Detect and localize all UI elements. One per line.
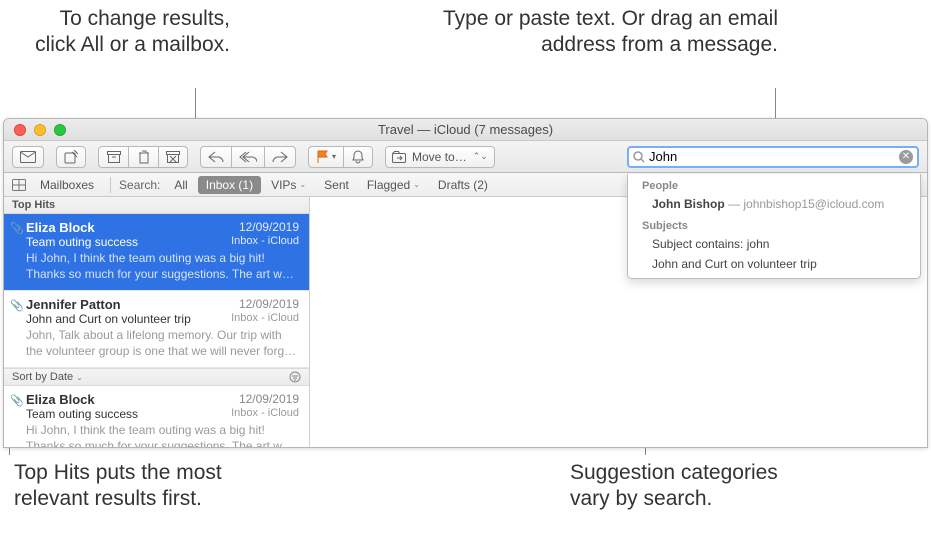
message-from: Jennifer Patton: [26, 297, 121, 312]
chevron-down-icon: ⌄: [413, 180, 420, 189]
archive-group: [98, 146, 188, 168]
bell-icon: [352, 150, 364, 164]
scope-item-vips[interactable]: VIPs⌄: [263, 176, 314, 194]
message-preview: John, Talk about a lifelong memory. Our …: [26, 328, 299, 359]
message-subject: John and Curt on volunteer trip: [26, 312, 191, 326]
callout-search: Type or paste text. Or drag an email add…: [418, 6, 778, 59]
mailboxes-icon: [12, 179, 26, 191]
chevron-down-icon: ⌄: [76, 373, 83, 382]
filter-icon[interactable]: [289, 371, 301, 383]
suggestion-person-name: John Bishop: [652, 197, 725, 211]
envelope-icon: [20, 151, 36, 163]
message-preview: Hi John, I think the team outing was a b…: [26, 423, 299, 447]
callout-tophits: Top Hits puts the most relevant results …: [14, 460, 264, 513]
sort-label: Sort by Date: [12, 371, 73, 383]
compose-icon: [64, 150, 78, 164]
reply-all-button[interactable]: [231, 146, 264, 168]
search-icon: [633, 151, 645, 163]
message-from: Eliza Block: [26, 220, 95, 235]
search-field[interactable]: ✕: [627, 146, 919, 168]
reply-all-icon: [239, 151, 257, 163]
message-mailbox: Inbox - iCloud: [231, 312, 299, 326]
archive-icon: [107, 151, 121, 163]
get-mail-button[interactable]: [12, 146, 44, 168]
move-to-label: Move to…: [412, 150, 467, 164]
forward-icon: [272, 151, 288, 163]
sort-header[interactable]: Sort by Date ⌄: [4, 368, 309, 386]
folder-arrow-icon: [392, 151, 406, 163]
mailboxes-button[interactable]: Mailboxes: [32, 176, 102, 194]
message-subject: Team outing success: [26, 407, 138, 421]
search-suggestions: People John Bishop — johnbishop15@icloud…: [627, 174, 921, 279]
message-list: Top Hits 📎Eliza Block12/09/2019Team outi…: [4, 197, 310, 447]
top-hits-label: Top Hits: [12, 199, 55, 211]
trash-icon: [138, 150, 150, 164]
scope-item-inbox-1-[interactable]: Inbox (1): [198, 176, 261, 194]
message-date: 12/09/2019: [239, 392, 299, 407]
message-preview: Hi John, I think the team outing was a b…: [26, 251, 299, 282]
flag-button[interactable]: ▾: [308, 146, 343, 168]
suggestion-subject[interactable]: Subject contains: john: [628, 234, 920, 254]
toolbar: ▾ Move to… ⌃⌄ ✕: [4, 141, 927, 173]
suggestion-subject[interactable]: John and Curt on volunteer trip: [628, 254, 920, 274]
titlebar: Travel — iCloud (7 messages): [4, 119, 927, 141]
message-from: Eliza Block: [26, 392, 95, 407]
reply-icon: [208, 151, 224, 163]
chevron-down-icon: ▾: [332, 152, 336, 161]
message-date: 12/09/2019: [239, 220, 299, 235]
suggestion-person-detail: — johnbishop15@icloud.com: [728, 197, 884, 211]
scope-item-flagged[interactable]: Flagged⌄: [359, 176, 428, 194]
search-input[interactable]: [649, 149, 895, 164]
junk-icon: [166, 151, 180, 163]
attachment-icon: 📎: [10, 394, 24, 407]
message-row[interactable]: 📎Eliza Block 12/09/2019 Team outing succes…: [4, 214, 309, 291]
flag-group: ▾: [308, 146, 373, 168]
separator: [110, 177, 111, 193]
message-date: 12/09/2019: [239, 297, 299, 312]
delete-button[interactable]: [128, 146, 158, 168]
callout-scope: To change results, click All or a mailbo…: [30, 6, 230, 59]
chevron-updown-icon: ⌃⌄: [473, 151, 488, 162]
message-subject: Team outing success: [26, 235, 138, 249]
flag-icon: [316, 150, 330, 164]
clear-search-button[interactable]: ✕: [899, 150, 913, 164]
reply-button[interactable]: [200, 146, 231, 168]
compose-button[interactable]: [56, 146, 86, 168]
scope-item-all[interactable]: All: [166, 176, 195, 194]
suggestion-category-people: People: [628, 174, 920, 194]
mute-button[interactable]: [343, 146, 373, 168]
message-row[interactable]: 📎Eliza Block 12/09/2019 Team outing succes…: [4, 386, 309, 447]
callout-suggestions: Suggestion categories vary by search.: [570, 460, 820, 513]
message-row[interactable]: 📎Jennifer Patton 12/09/2019 John and Curt …: [4, 291, 309, 368]
mail-window: Travel — iCloud (7 messages): [3, 118, 928, 448]
scope-item-drafts-2-[interactable]: Drafts (2): [430, 176, 496, 194]
junk-button[interactable]: [158, 146, 188, 168]
search-scope-label: Search:: [119, 178, 160, 192]
attachment-icon: 📎: [10, 222, 24, 235]
move-to-select[interactable]: Move to… ⌃⌄: [385, 146, 495, 168]
attachment-icon: 📎: [10, 299, 24, 312]
top-hits-header: Top Hits: [4, 197, 309, 214]
message-mailbox: Inbox - iCloud: [231, 235, 299, 249]
suggestion-person[interactable]: John Bishop — johnbishop15@icloud.com: [628, 194, 920, 214]
suggestion-category-subjects: Subjects: [628, 214, 920, 234]
reply-group: [200, 146, 296, 168]
chevron-down-icon: ⌄: [299, 180, 306, 189]
archive-button[interactable]: [98, 146, 128, 168]
scope-item-sent[interactable]: Sent: [316, 176, 357, 194]
window-title: Travel — iCloud (7 messages): [4, 122, 927, 137]
message-mailbox: Inbox - iCloud: [231, 407, 299, 421]
forward-button[interactable]: [264, 146, 296, 168]
